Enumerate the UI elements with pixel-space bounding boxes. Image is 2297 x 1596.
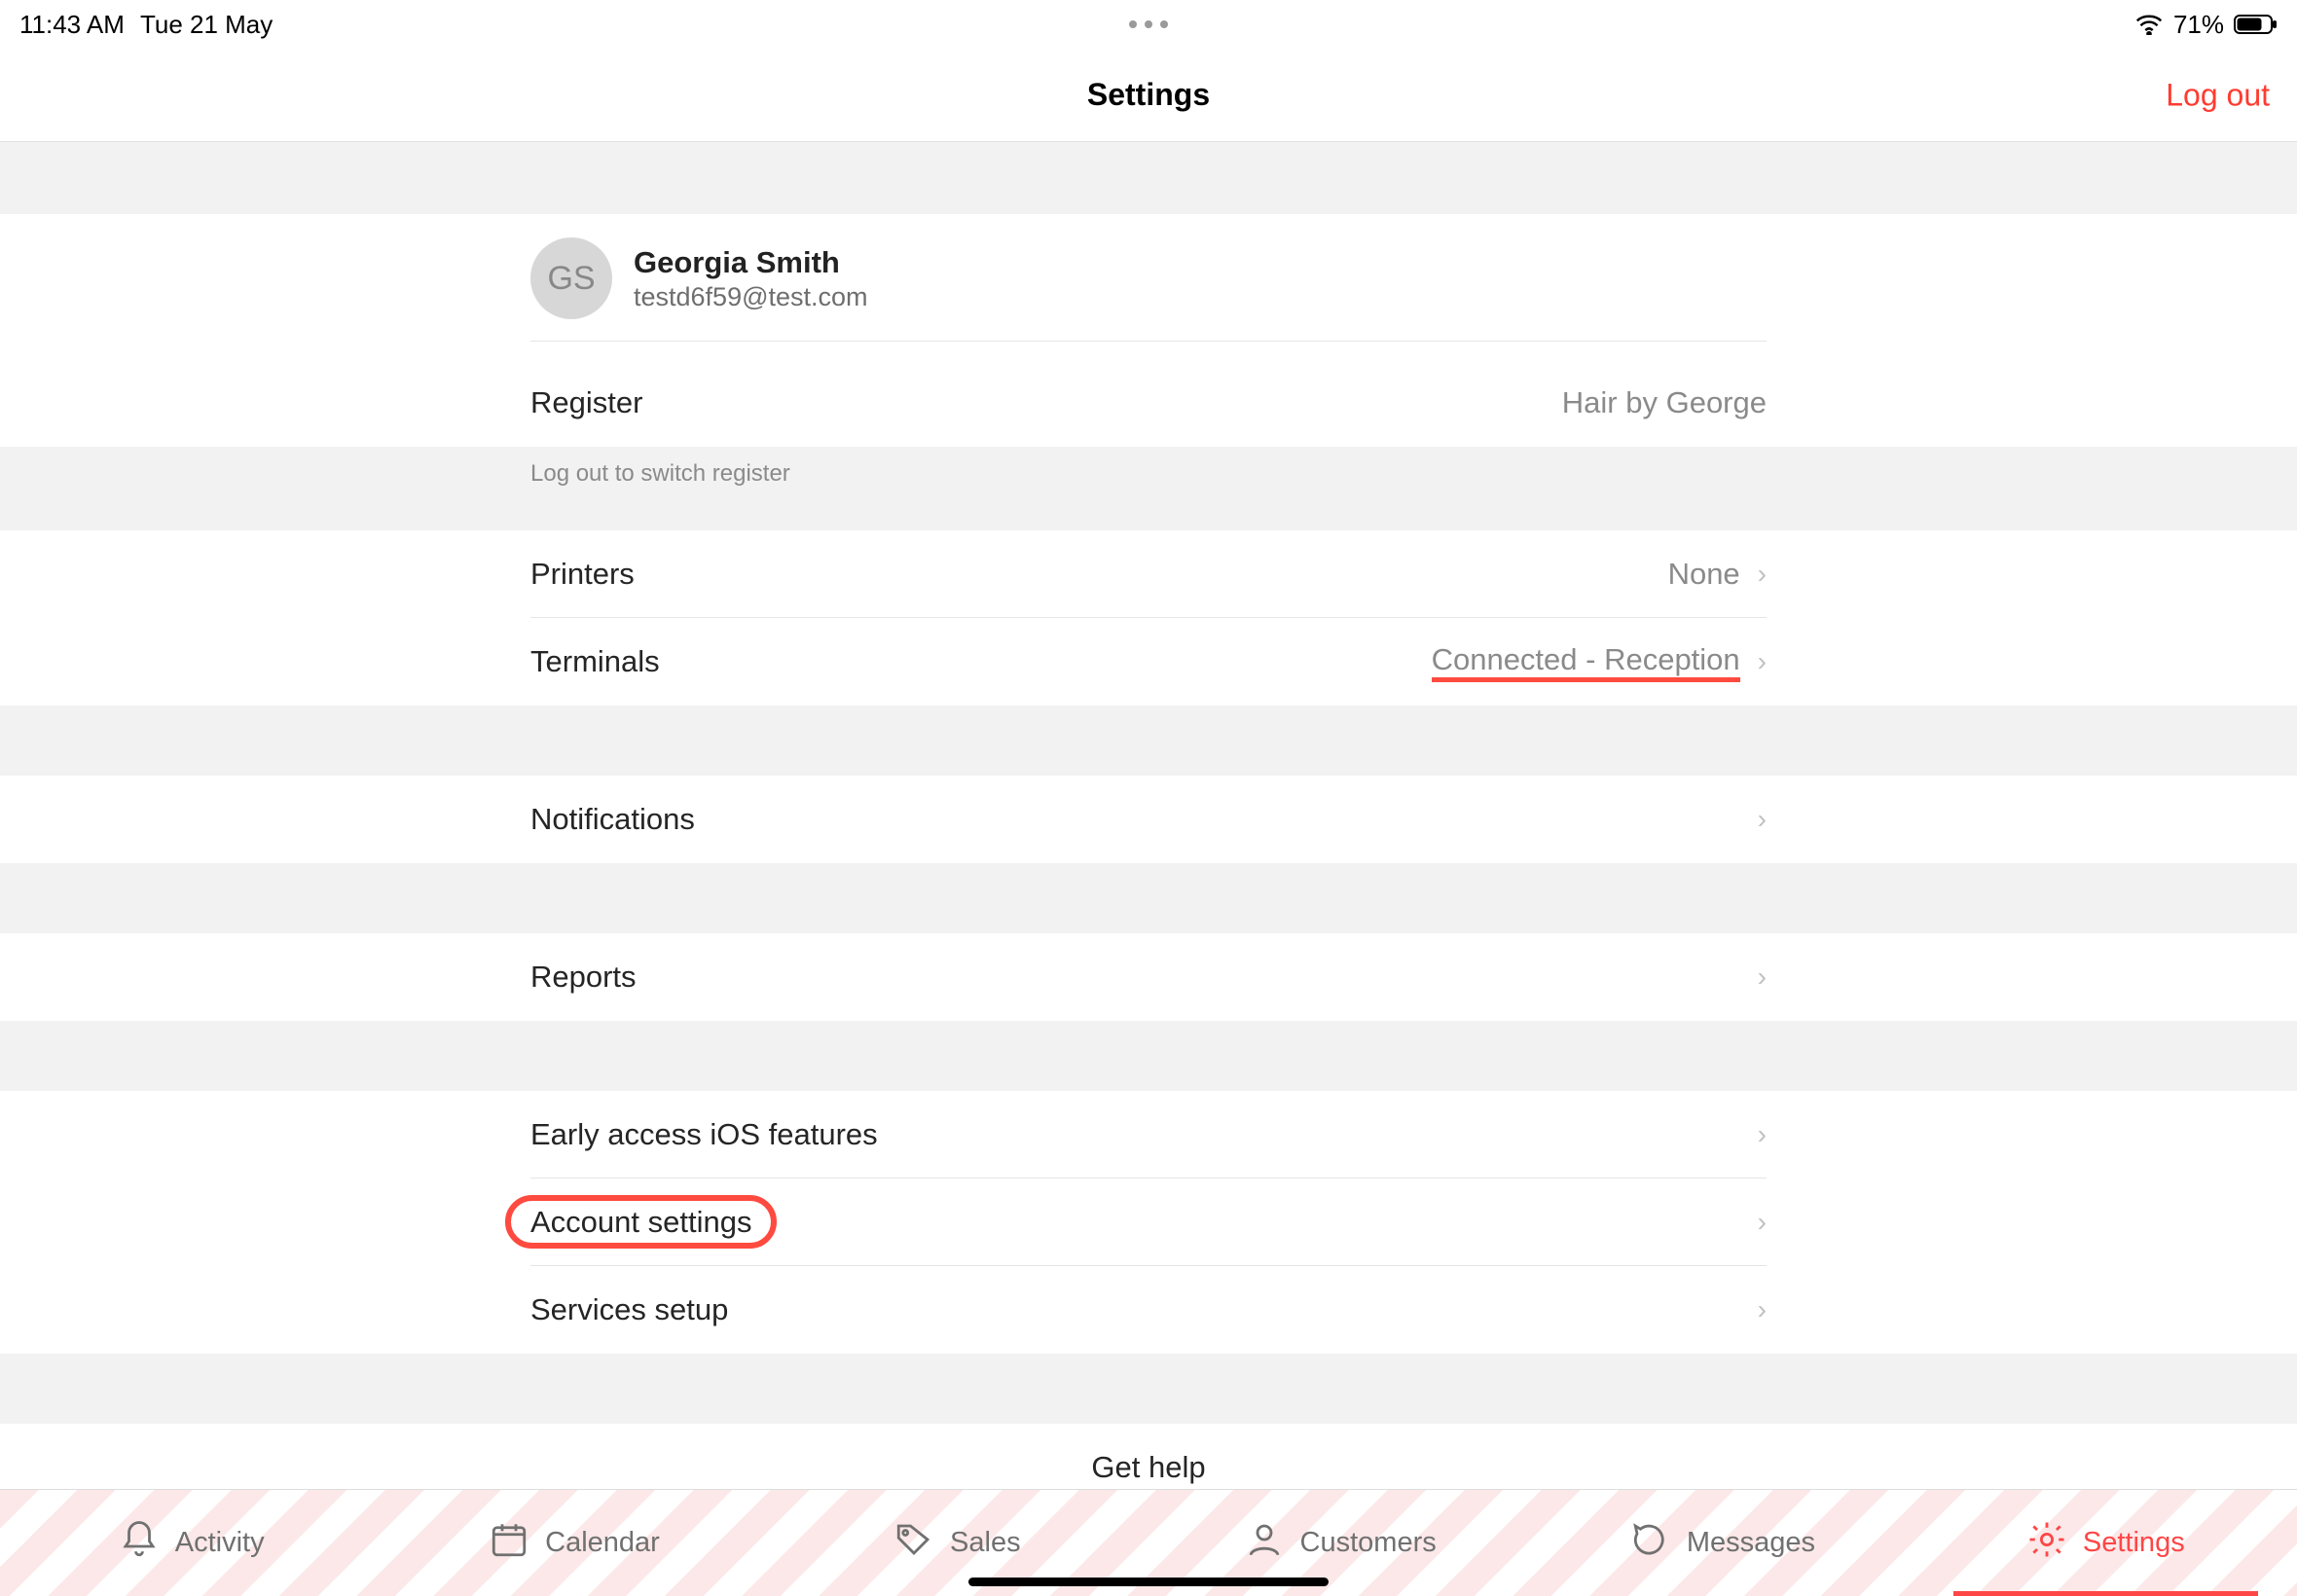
services-setup-label: Services setup bbox=[530, 1292, 728, 1327]
profile-name: Georgia Smith bbox=[634, 245, 868, 280]
status-date: Tue 21 May bbox=[140, 10, 273, 40]
early-access-row[interactable]: Early access iOS features › bbox=[530, 1091, 1767, 1179]
home-indicator[interactable] bbox=[968, 1578, 1329, 1586]
terminals-label: Terminals bbox=[530, 644, 660, 679]
profile-row[interactable]: GS Georgia Smith testd6f59@test.com bbox=[530, 214, 1767, 359]
settings-content: GS Georgia Smith testd6f59@test.com Regi… bbox=[0, 142, 2297, 1489]
services-setup-row[interactable]: Services setup › bbox=[530, 1266, 1767, 1354]
reports-label: Reports bbox=[530, 960, 637, 995]
register-label: Register bbox=[530, 385, 642, 420]
chevron-right-icon: › bbox=[1758, 1209, 1767, 1236]
register-value: Hair by George bbox=[1562, 385, 1767, 420]
nav-header: Settings Log out bbox=[0, 49, 2297, 142]
tab-calendar-label: Calendar bbox=[545, 1527, 660, 1559]
account-settings-row[interactable]: Account settings › bbox=[530, 1179, 1767, 1266]
printers-value: None bbox=[1668, 557, 1740, 592]
user-icon bbox=[1244, 1519, 1285, 1568]
tab-sales-label: Sales bbox=[950, 1527, 1021, 1559]
status-bar: 11:43 AM Tue 21 May 71% bbox=[0, 0, 2297, 49]
notifications-row[interactable]: Notifications › bbox=[530, 776, 1767, 863]
tab-settings[interactable]: Settings bbox=[1914, 1490, 2297, 1596]
reports-row[interactable]: Reports › bbox=[530, 933, 1767, 1021]
get-help-label: Get help bbox=[530, 1450, 1767, 1485]
profile-email: testd6f59@test.com bbox=[634, 282, 868, 312]
chevron-right-icon: › bbox=[1758, 561, 1767, 588]
terminals-value: Connected - Reception bbox=[1432, 642, 1740, 682]
calendar-icon bbox=[489, 1519, 529, 1568]
tab-activity-label: Activity bbox=[175, 1527, 265, 1559]
early-access-label: Early access iOS features bbox=[530, 1117, 878, 1152]
register-note: Log out to switch register bbox=[530, 460, 1767, 488]
tab-messages[interactable]: Messages bbox=[1531, 1490, 1914, 1596]
notifications-label: Notifications bbox=[530, 802, 695, 837]
gear-icon bbox=[2026, 1519, 2067, 1568]
wifi-icon bbox=[2134, 14, 2164, 35]
chevron-right-icon: › bbox=[1758, 648, 1767, 675]
chevron-right-icon: › bbox=[1758, 1121, 1767, 1148]
chevron-right-icon: › bbox=[1758, 1296, 1767, 1324]
bell-icon bbox=[119, 1519, 160, 1568]
chevron-right-icon: › bbox=[1758, 806, 1767, 833]
status-time: 11:43 AM bbox=[19, 10, 125, 40]
status-battery-percent: 71% bbox=[2173, 10, 2224, 40]
page-title: Settings bbox=[1087, 77, 1210, 113]
printers-label: Printers bbox=[530, 557, 635, 592]
register-row: Register Hair by George bbox=[530, 359, 1767, 447]
tab-calendar[interactable]: Calendar bbox=[383, 1490, 765, 1596]
tab-messages-label: Messages bbox=[1687, 1527, 1815, 1559]
battery-icon bbox=[2234, 14, 2278, 35]
tag-icon bbox=[893, 1519, 934, 1568]
chevron-right-icon: › bbox=[1758, 963, 1767, 991]
printers-row[interactable]: Printers None › bbox=[530, 530, 1767, 618]
multitasking-dots[interactable] bbox=[1129, 20, 1168, 28]
terminals-row[interactable]: Terminals Connected - Reception › bbox=[530, 618, 1767, 706]
tab-settings-label: Settings bbox=[2083, 1527, 2185, 1559]
tab-customers-label: Customers bbox=[1300, 1527, 1437, 1559]
chat-icon bbox=[1630, 1519, 1671, 1568]
avatar: GS bbox=[530, 237, 612, 319]
tab-activity[interactable]: Activity bbox=[0, 1490, 383, 1596]
logout-button[interactable]: Log out bbox=[2166, 77, 2270, 113]
get-help-row[interactable]: Get help bbox=[530, 1424, 1767, 1489]
account-settings-label: Account settings bbox=[505, 1195, 777, 1249]
